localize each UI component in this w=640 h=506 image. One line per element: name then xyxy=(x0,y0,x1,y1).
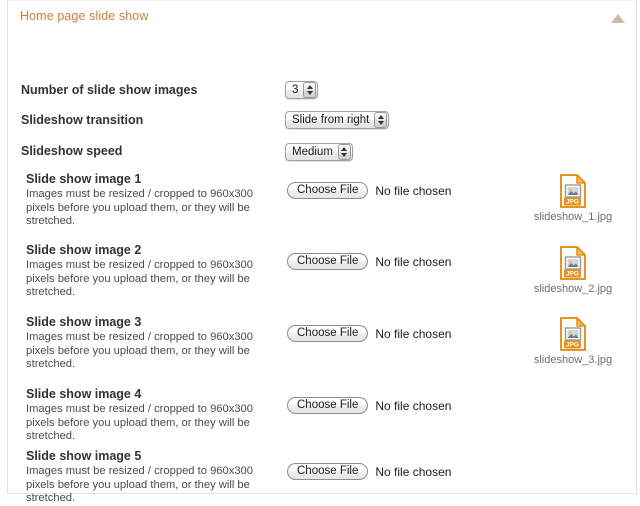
slide-show-image-description: Images must be resized / cropped to 960x… xyxy=(26,403,253,443)
setting-label-slideshow-transition: Slideshow transition xyxy=(21,113,144,127)
setting-label-slideshow-speed: Slideshow speed xyxy=(21,144,123,158)
jpg-file-icon: JPG xyxy=(560,174,586,208)
arrow-down-icon xyxy=(306,91,313,95)
arrow-up-icon xyxy=(341,147,348,151)
arrow-down-icon xyxy=(377,121,384,125)
triangle-up-icon xyxy=(611,14,625,23)
thumbnail-filename: slideshow_3.jpg xyxy=(533,354,613,366)
slide-show-image-title: Slide show image 4 xyxy=(26,387,142,401)
slideshow-speed-select[interactable]: Medium xyxy=(285,143,353,161)
slide-show-image-title: Slide show image 1 xyxy=(26,172,142,186)
choose-file-button[interactable]: Choose File xyxy=(287,253,369,270)
slide-show-image-title: Slide show image 2 xyxy=(26,243,142,257)
file-input-wrap: Choose File No file chosen xyxy=(287,182,451,199)
slideshow-transition-select[interactable]: Slide from right xyxy=(285,111,390,129)
file-input-wrap: Choose File No file chosen xyxy=(287,325,451,342)
file-status-label: No file chosen xyxy=(375,398,452,413)
svg-text:JPG: JPG xyxy=(566,199,579,206)
slide-show-image-description: Images must be resized / cropped to 960x… xyxy=(26,259,253,299)
slide-show-image-description: Images must be resized / cropped to 960x… xyxy=(26,331,253,371)
svg-text:JPG: JPG xyxy=(566,271,579,278)
choose-file-button[interactable]: Choose File xyxy=(287,182,369,199)
setting-label-number-of-slide-show-images: Number of slide show images xyxy=(21,83,198,97)
file-status-label: No file chosen xyxy=(375,254,452,269)
select-value: 3 xyxy=(292,84,299,96)
jpg-file-icon: JPG xyxy=(560,317,586,351)
choose-file-button[interactable]: Choose File xyxy=(287,463,369,480)
file-input-wrap: Choose File No file chosen xyxy=(287,463,451,480)
choose-file-button[interactable]: Choose File xyxy=(287,397,369,414)
number-of-slide-show-images-select[interactable]: 3 xyxy=(285,81,319,99)
file-input-wrap: Choose File No file chosen xyxy=(287,253,451,270)
collapse-panel-button[interactable] xyxy=(610,12,626,24)
page-title: Home page slide show xyxy=(20,9,149,23)
arrow-up-icon xyxy=(377,115,384,119)
stepper-arrows-icon[interactable] xyxy=(303,82,317,98)
thumbnail-filename: slideshow_1.jpg xyxy=(533,211,613,223)
slide-show-image-description: Images must be resized / cropped to 960x… xyxy=(26,465,253,505)
slide-show-image-thumbnail[interactable]: JPG slideshow_3.jpg xyxy=(518,317,628,366)
setting-control-wrap: 3 xyxy=(285,80,319,99)
file-input-wrap: Choose File No file chosen xyxy=(287,397,451,414)
arrow-down-icon xyxy=(341,153,348,157)
setting-control-wrap: Medium xyxy=(285,142,353,161)
choose-file-button[interactable]: Choose File xyxy=(287,325,369,342)
setting-control-wrap: Slide from right xyxy=(285,110,390,129)
stepper-arrows-icon[interactable] xyxy=(374,112,388,128)
slide-show-image-title: Slide show image 3 xyxy=(26,315,142,329)
file-status-label: No file chosen xyxy=(375,183,452,198)
stepper-arrows-icon[interactable] xyxy=(337,144,351,160)
svg-text:JPG: JPG xyxy=(566,342,579,349)
slide-show-image-title: Slide show image 5 xyxy=(26,449,142,463)
settings-page: Home page slide show Number of slide sho… xyxy=(0,0,640,504)
jpg-file-icon: JPG xyxy=(560,246,586,280)
file-status-label: No file chosen xyxy=(375,464,452,479)
panel-header: Home page slide show xyxy=(8,1,636,32)
select-value: Medium xyxy=(292,146,333,158)
file-status-label: No file chosen xyxy=(375,326,452,341)
slide-show-image-description: Images must be resized / cropped to 960x… xyxy=(26,188,253,228)
slide-show-image-thumbnail[interactable]: JPG slideshow_2.jpg xyxy=(518,246,628,295)
home-page-slide-show-panel: Home page slide show Number of slide sho… xyxy=(7,0,637,504)
select-value: Slide from right xyxy=(292,114,370,126)
slide-show-image-thumbnail[interactable]: JPG slideshow_1.jpg xyxy=(518,174,628,223)
thumbnail-filename: slideshow_2.jpg xyxy=(533,283,613,295)
arrow-up-icon xyxy=(306,85,313,89)
